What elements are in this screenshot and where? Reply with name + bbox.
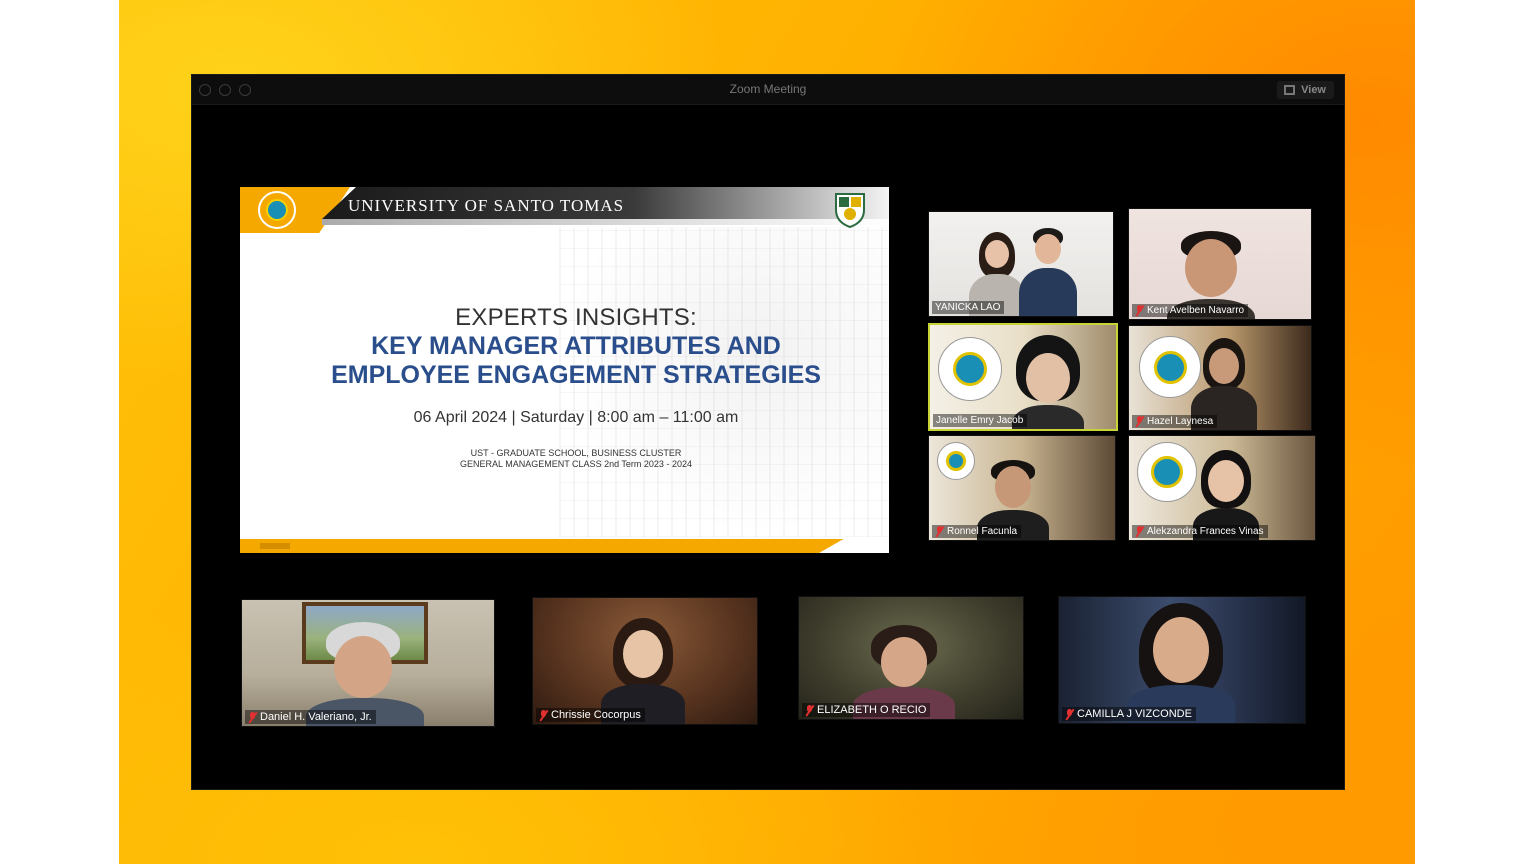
muted-mic-icon (1135, 526, 1144, 537)
slide-heading-line1: EXPERTS INSIGHTS: (455, 304, 697, 331)
participant-tile-active-speaker[interactable]: Janelle Emry Jacob (928, 323, 1118, 431)
slide-header: UNIVERSITY OF SANTO TOMAS (240, 187, 889, 233)
view-button[interactable]: View (1277, 81, 1334, 99)
participant-name-label: CAMILLA J VIZCONDE (1062, 707, 1196, 721)
participant-tile[interactable]: Ronnel Facunla (928, 435, 1116, 541)
header-stripe (322, 219, 889, 225)
muted-mic-icon (1135, 416, 1144, 427)
participant-tile[interactable]: Alekzandra Frances Vinas (1128, 435, 1316, 541)
participant-tile[interactable]: Hazel Laynesa (1128, 325, 1312, 431)
slide-subtitle-1: UST - GRADUATE SCHOOL, BUSINESS CLUSTER (470, 448, 682, 458)
slide-heading-line2: KEY MANAGER ATTRIBUTES AND (371, 332, 781, 360)
slide-footer-bar (240, 539, 889, 553)
muted-mic-icon (805, 704, 814, 716)
participant-tile[interactable]: ELIZABETH O RECIO (798, 596, 1024, 720)
ust-seal-background (1137, 442, 1197, 502)
muted-mic-icon (935, 526, 944, 537)
participant-name-label: ELIZABETH O RECIO (802, 703, 931, 717)
muted-mic-icon (1135, 305, 1144, 316)
participant-tile[interactable]: Kent Avelben Navarro (1128, 208, 1312, 320)
ust-seal-background (1139, 336, 1201, 398)
ust-seal-background (937, 442, 975, 480)
shared-screen-slide: UNIVERSITY OF SANTO TOMAS EXPERTS INSIGH… (240, 187, 889, 553)
participant-name-label: YANICKA LAO (932, 301, 1005, 314)
participant-tile[interactable]: YANICKA LAO (928, 211, 1114, 317)
participant-tile[interactable]: Chrissie Cocorpus (532, 597, 758, 725)
participant-tile[interactable]: CAMILLA J VIZCONDE (1058, 596, 1306, 724)
slide-date: 06 April 2024 | Saturday | 8:00 am – 11:… (413, 409, 739, 426)
participant-tile[interactable]: Daniel H. Valeriano, Jr. (241, 599, 495, 727)
participant-name-label: Hazel Laynesa (1132, 415, 1218, 428)
slide-heading-line3: EMPLOYEE ENGAGEMENT STRATEGIES (331, 361, 821, 389)
participant-name-label: Alekzandra Frances Vinas (1132, 525, 1268, 538)
participant-name-label: Janelle Emry Jacob (933, 414, 1028, 427)
muted-mic-icon (539, 709, 548, 721)
window-title: Zoom Meeting (729, 82, 807, 96)
title-bar: Zoom Meeting View (192, 75, 1344, 105)
view-button-label: View (1301, 84, 1326, 96)
participant-name-label: Kent Avelben Navarro (1132, 304, 1249, 317)
muted-mic-icon (248, 711, 257, 723)
participant-name-label: Daniel H. Valeriano, Jr. (245, 710, 376, 724)
ust-seal-logo (258, 191, 296, 229)
university-name: UNIVERSITY OF SANTO TOMAS (348, 196, 625, 215)
graduate-school-shield-logo (835, 193, 865, 228)
slide-subtitle-2: GENERAL MANAGEMENT CLASS 2nd Term 2023 -… (460, 459, 692, 469)
zoom-window: Zoom Meeting View UNIVERSITY OF SANTO TO… (191, 74, 1345, 790)
ust-seal-background (938, 337, 1002, 401)
participant-name-label: Chrissie Cocorpus (536, 708, 645, 722)
muted-mic-icon (1065, 708, 1074, 720)
participant-name-label: Ronnel Facunla (932, 525, 1022, 538)
grid-view-icon (1284, 85, 1296, 95)
